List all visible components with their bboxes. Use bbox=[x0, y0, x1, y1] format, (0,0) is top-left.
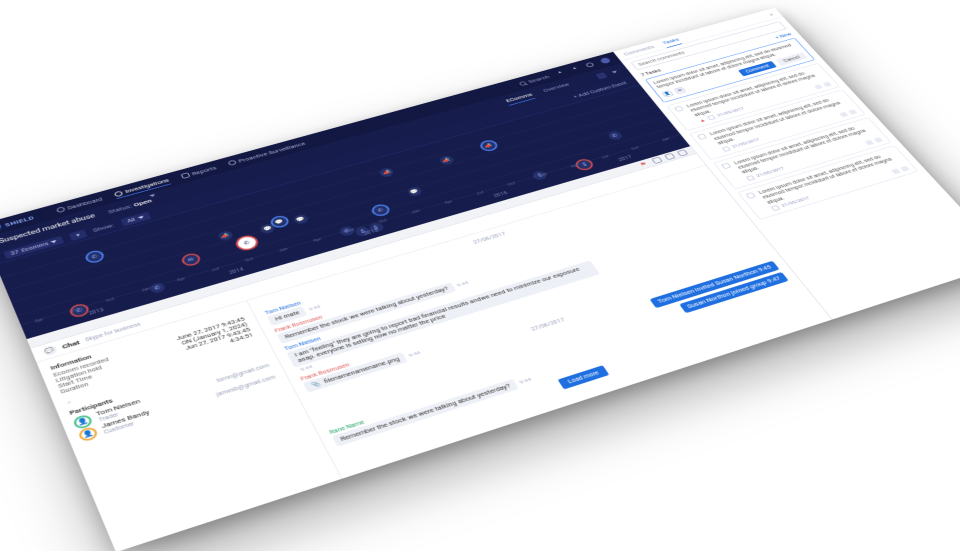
paperclip-icon: 📎 bbox=[310, 380, 322, 388]
note-icon[interactable] bbox=[664, 153, 676, 160]
gear-icon[interactable] bbox=[585, 62, 595, 68]
calendar-icon bbox=[721, 146, 730, 152]
search-icon bbox=[519, 81, 528, 86]
tab-tasks[interactable]: Tasks bbox=[661, 37, 683, 48]
chevron-down-icon bbox=[51, 239, 58, 243]
calendar-icon bbox=[771, 205, 780, 211]
magnify-icon bbox=[114, 190, 124, 197]
chat-title: Chat bbox=[61, 339, 81, 350]
tag-icon[interactable] bbox=[891, 169, 900, 175]
checkbox[interactable] bbox=[745, 192, 756, 199]
tag-icon[interactable] bbox=[651, 157, 663, 164]
trash-icon[interactable] bbox=[677, 149, 689, 156]
chat-icon: 💬 bbox=[42, 345, 58, 357]
tag-icon[interactable] bbox=[900, 166, 909, 172]
priority-icon: ▲ bbox=[698, 118, 707, 123]
alert-icon[interactable] bbox=[570, 66, 580, 72]
doc-icon bbox=[181, 172, 191, 179]
radar-icon bbox=[227, 160, 237, 166]
calendar-icon bbox=[746, 175, 755, 181]
calendar-icon[interactable]: ▦ bbox=[674, 87, 686, 94]
chevron-down-icon bbox=[137, 215, 144, 219]
tag-icon[interactable] bbox=[814, 84, 823, 89]
checkbox[interactable] bbox=[697, 134, 707, 140]
tag-icon[interactable] bbox=[865, 140, 874, 146]
tag-icon[interactable] bbox=[848, 109, 857, 114]
funnel-chip[interactable]: ▾ bbox=[69, 229, 87, 240]
info-icon[interactable] bbox=[595, 72, 607, 79]
collapse-icon[interactable]: » bbox=[768, 12, 776, 18]
shield-icon bbox=[0, 223, 2, 232]
tag-icon[interactable] bbox=[839, 112, 848, 117]
bell-icon[interactable] bbox=[555, 70, 565, 76]
checkbox[interactable] bbox=[674, 106, 684, 112]
gauge-icon bbox=[56, 206, 66, 213]
checkbox[interactable] bbox=[721, 162, 731, 168]
calendar-icon bbox=[707, 115, 716, 120]
flag-icon[interactable] bbox=[638, 160, 650, 167]
tag-icon[interactable] bbox=[823, 82, 832, 87]
tag-icon[interactable] bbox=[874, 137, 883, 143]
assignee-icon[interactable]: 👤 bbox=[661, 90, 673, 98]
app-window: SHIELD Dashboard Investigations Reports … bbox=[0, 8, 960, 551]
chevron-down-icon[interactable] bbox=[611, 70, 618, 73]
user-avatar[interactable] bbox=[599, 57, 611, 64]
